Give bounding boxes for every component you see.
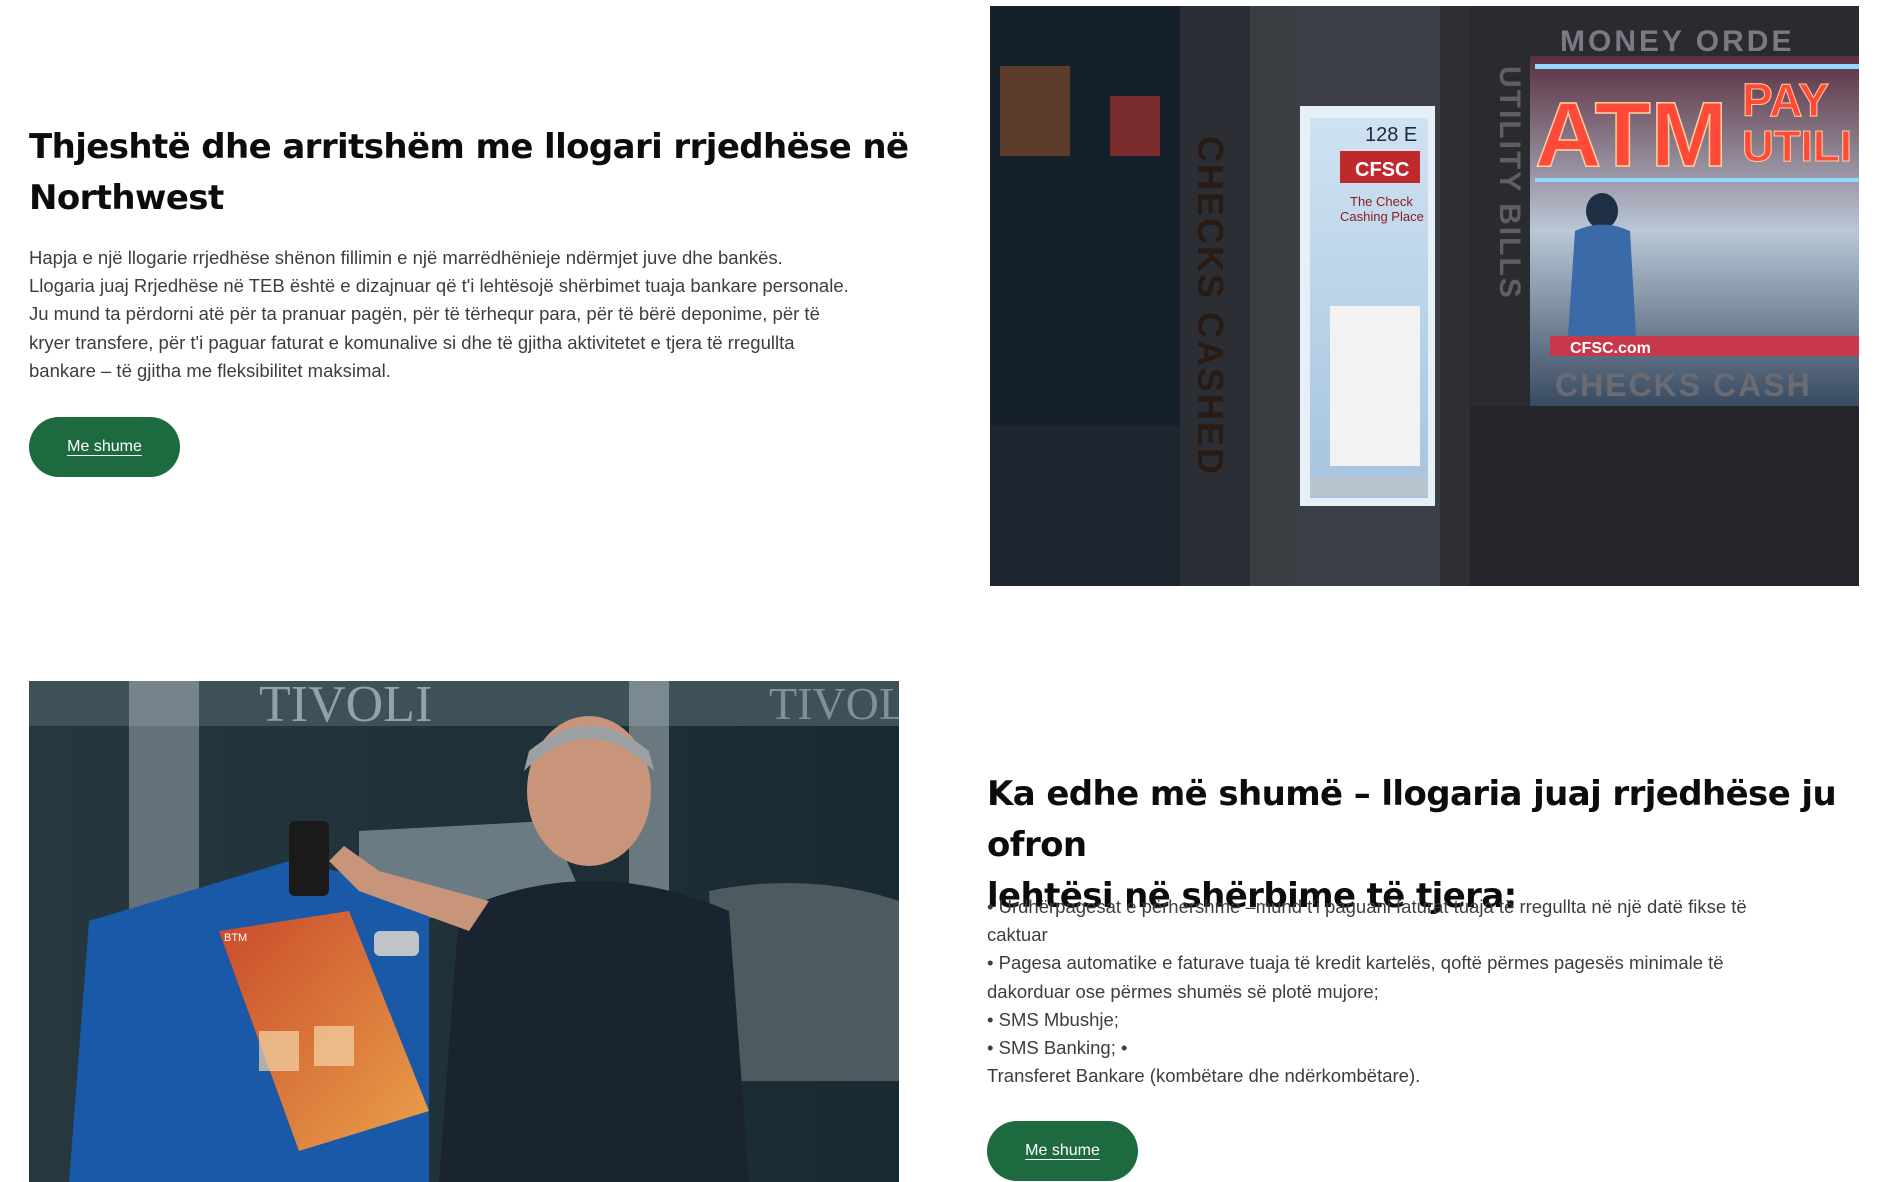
door-brand-text: CFSC xyxy=(1355,159,1409,181)
building-lettering-right: TIVOLI xyxy=(769,681,899,729)
section2-paragraph-line: • Urdhërpagesat e përhershme –mund t'i p… xyxy=(987,896,1747,917)
section2-paragraph-line: Transferet Bankare (kombëtare dhe ndërko… xyxy=(987,1065,1421,1087)
section1-paragraph-line: bankare – të gjitha me fleksibilitet mak… xyxy=(29,359,391,381)
section1-heading-line1: Thjeshtë dhe arritshëm me llogari rrjedh… xyxy=(29,127,909,167)
door-text-1: The Check xyxy=(1350,194,1413,209)
section1-paragraph-line: Llogaria juaj Rrjedhëse në TEB është e d… xyxy=(29,275,849,297)
section2-more-button[interactable]: Me shume xyxy=(987,1121,1138,1181)
section2-paragraph-line: caktuar xyxy=(987,924,1048,946)
section2-paragraph-line: • Pagesa automatike e faturave tuaja të … xyxy=(987,952,1724,974)
atm-neon-sign: ATM xyxy=(1535,84,1727,186)
section2-paragraph: • Urdhërpagesat e përhershme –mund t'i p… xyxy=(987,893,1867,1090)
section1-paragraph-line: Ju mund ta përdorni atë për ta pranuar p… xyxy=(29,303,820,325)
section1-paragraph-line: Hapja e një llogarie rrjedhëse shënon fi… xyxy=(29,247,783,268)
pay-neon-sign: PAY xyxy=(1742,74,1829,126)
money-order-sign: MONEY ORDE xyxy=(1560,25,1794,58)
section1-heading-line2: Northwest xyxy=(29,178,224,218)
kiosk-label: BTM xyxy=(224,932,247,944)
man-at-kiosk-photo: TIVOLI TIVOLI BTM xyxy=(29,681,899,1182)
util-neon-sign: UTILI xyxy=(1742,122,1852,171)
atm-storefront-photo: CHECKS CASHED 128 E CFSC The Check Cashi… xyxy=(990,6,1859,586)
section1-heading: Thjeshtë dhe arritshëm me llogari rrjedh… xyxy=(29,122,929,224)
section2-paragraph-line: dakorduar ose përmes shumës së plotë muj… xyxy=(987,980,1379,1002)
section1-paragraph-line: kryer transfere, për t'i paguar faturat … xyxy=(29,331,795,353)
door-number-text: 128 E xyxy=(1365,124,1417,146)
section1-more-button[interactable]: Me shume xyxy=(29,417,180,477)
building-lettering: TIVOLI xyxy=(259,681,432,733)
door-text-2: Cashing Place xyxy=(1340,209,1424,224)
section2-heading-line1: Ka edhe më shumë – llogaria juaj rrjedhë… xyxy=(987,774,1837,865)
section2-paragraph-line: • SMS Banking; • xyxy=(987,1037,1128,1059)
checks-cashed-vertical-text: CHECKS CASHED xyxy=(1190,136,1231,476)
lower-checks-cash-sign: CHECKS CASH xyxy=(1555,367,1812,403)
utility-bills-vertical-text: UTILITY BILLS xyxy=(1493,66,1526,300)
section1-paragraph: Hapja e një llogarie rrjedhëse shënon fi… xyxy=(29,244,939,385)
window-brand-text: CFSC.com xyxy=(1570,340,1651,357)
section2-paragraph-line: • SMS Mbushje; xyxy=(987,1008,1119,1030)
